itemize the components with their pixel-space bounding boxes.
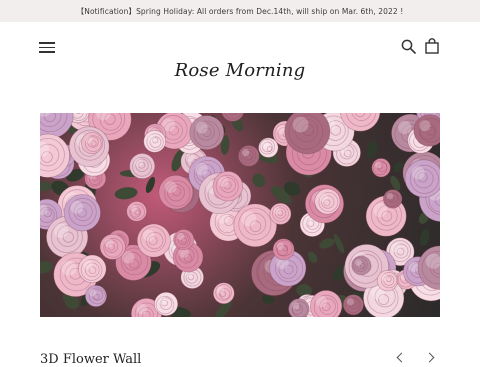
slider-arrows[interactable]: [396, 352, 440, 363]
shopping-bag-icon[interactable]: [425, 38, 439, 54]
brand-logo[interactable]: Rose Morning: [0, 60, 480, 81]
hamburger-menu-icon[interactable]: [39, 41, 55, 53]
hero-banner-image[interactable]: [40, 113, 440, 317]
announcement-text: 【Notification】Spring Holiday: All orders…: [76, 6, 404, 16]
search-icon[interactable]: [401, 39, 416, 54]
announcement-bar: 【Notification】Spring Holiday: All orders…: [0, 0, 480, 22]
prev-arrow-icon[interactable]: [396, 352, 407, 363]
rose-wall-image: [40, 113, 440, 317]
next-arrow-icon[interactable]: [424, 352, 435, 363]
site-header: Rose Morning: [0, 22, 480, 112]
